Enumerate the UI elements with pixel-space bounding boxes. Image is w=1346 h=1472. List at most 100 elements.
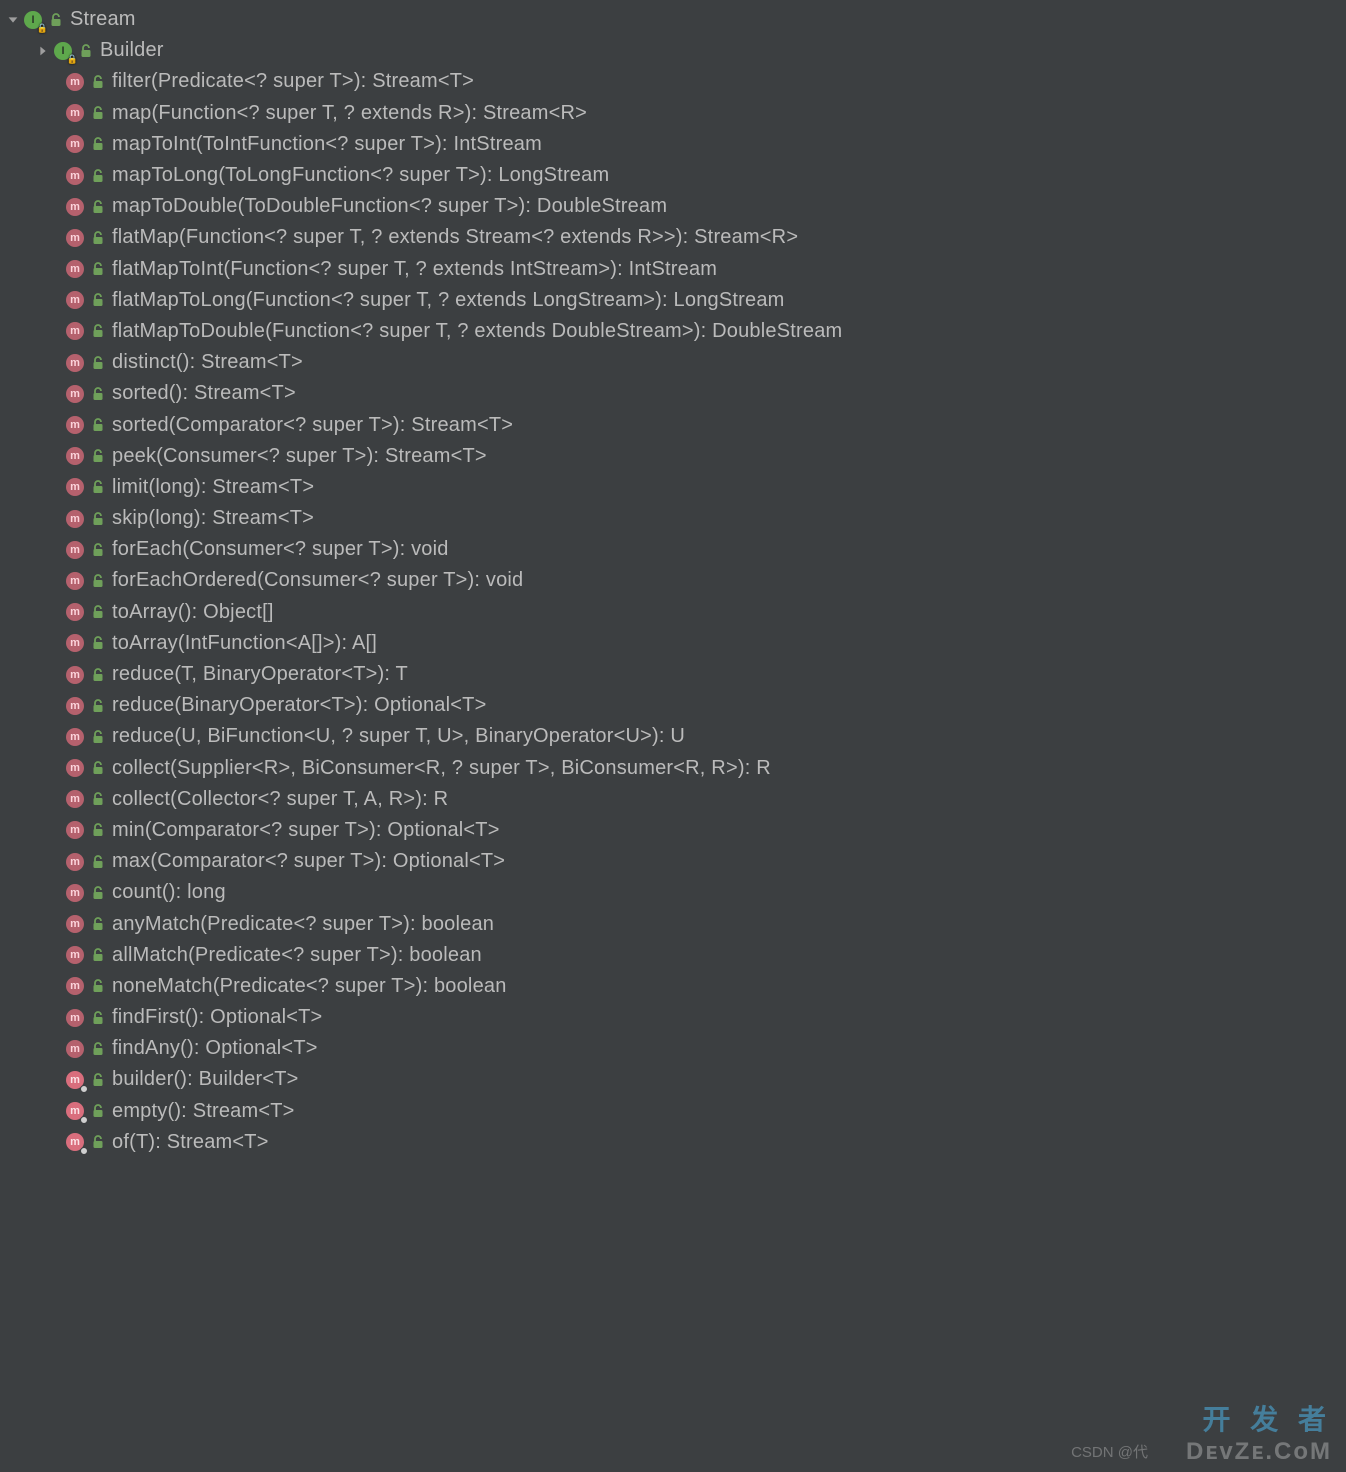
tree-node-label: min(Comparator<? super T>): Optional<T> <box>112 819 500 842</box>
tree-node-label: skip(long): Stream<T> <box>112 507 314 530</box>
lock-open-icon <box>89 605 107 619</box>
method-icon: m <box>64 227 86 249</box>
tree-node-method[interactable]: m mapToDouble(ToDoubleFunction<? super T>… <box>0 191 1346 222</box>
tree-node-method[interactable]: mmap(Function<? super T, ? extends R>): … <box>0 98 1346 129</box>
tree-node-method[interactable]: mfilter(Predicate<? super T>): Stream<T> <box>0 66 1346 97</box>
tree-node-label: count(): long <box>112 881 226 904</box>
tree-node-method[interactable]: mof(T): Stream<T> <box>0 1127 1346 1158</box>
tree-node-label: mapToDouble(ToDoubleFunction<? super T>)… <box>112 195 667 218</box>
tree-node-label: reduce(BinaryOperator<T>): Optional<T> <box>112 694 486 717</box>
tree-node-method[interactable]: mtoArray(IntFunction<A[]>): A[] <box>0 628 1346 659</box>
tree-node-method[interactable]: mpeek(Consumer<? super T>): Stream<T> <box>0 441 1346 472</box>
tree-node-label: empty(): Stream<T> <box>112 1100 295 1123</box>
tree-node-method[interactable]: m allMatch(Predicate<? super T>): boolean <box>0 940 1346 971</box>
method-icon: m <box>64 539 86 561</box>
tree-node-method[interactable]: mlimit(long): Stream<T> <box>0 472 1346 503</box>
method-icon: m <box>64 196 86 218</box>
tree-node-label: flatMapToInt(Function<? super T, ? exten… <box>112 258 717 281</box>
tree-node-label: toArray(): Object[] <box>112 601 274 624</box>
tree-node-method[interactable]: manyMatch(Predicate<? super T>): boolean <box>0 908 1346 939</box>
method-icon: m <box>64 757 86 779</box>
lock-open-icon <box>89 1073 107 1087</box>
tree-node-label: noneMatch(Predicate<? super T>): boolean <box>112 975 507 998</box>
method-icon: m <box>64 1100 86 1122</box>
tree-node-method[interactable]: mflatMapToDouble(Function<? super T, ? e… <box>0 316 1346 347</box>
tree-node-method[interactable]: mflatMapToLong(Function<? super T, ? ext… <box>0 285 1346 316</box>
lock-open-icon <box>89 137 107 151</box>
tree-node-label: collect(Supplier<R>, BiConsumer<R, ? sup… <box>112 757 771 780</box>
tree-node-stream[interactable]: I 🔒 Stream <box>0 4 1346 35</box>
watermark-top: 开 发 者 <box>1202 1398 1332 1438</box>
tree-node-label: filter(Predicate<? super T>): Stream<T> <box>112 70 474 93</box>
lock-open-icon <box>47 13 65 27</box>
tree-node-method[interactable]: m flatMap(Function<? super T, ? extends S… <box>0 222 1346 253</box>
tree-node-label: collect(Collector<? super T, A, R>): R <box>112 788 448 811</box>
method-icon: m <box>64 258 86 280</box>
lock-open-icon <box>89 75 107 89</box>
tree-node-method[interactable]: mcount(): long <box>0 877 1346 908</box>
tree-node-method[interactable]: m collect(Supplier<R>, BiConsumer<R, ? su… <box>0 753 1346 784</box>
tree-node-method[interactable]: mfindFirst(): Optional<T> <box>0 1002 1346 1033</box>
tree-node-method[interactable]: mskip(long): Stream<T> <box>0 503 1346 534</box>
tree-node-label: Stream <box>70 8 136 31</box>
tree-node-label: reduce(T, BinaryOperator<T>): T <box>112 663 408 686</box>
chevron-right-icon[interactable] <box>34 44 52 58</box>
tree-node-label: findAny(): Optional<T> <box>112 1037 318 1060</box>
tree-node-builder[interactable]: I 🔒 Builder <box>0 35 1346 66</box>
tree-node-method[interactable]: m flatMapToInt(Function<? super T, ? exte… <box>0 254 1346 285</box>
tree-node-label: reduce(U, BiFunction<U, ? super T, U>, B… <box>112 725 685 748</box>
tree-node-label: peek(Consumer<? super T>): Stream<T> <box>112 445 487 468</box>
interface-icon: I 🔒 <box>52 40 74 62</box>
tree-node-method[interactable]: mdistinct(): Stream<T> <box>0 347 1346 378</box>
lock-open-icon <box>89 948 107 962</box>
method-icon: m <box>64 726 86 748</box>
tree-node-method[interactable]: m empty(): Stream<T> <box>0 1096 1346 1127</box>
tree-node-method[interactable]: mmax(Comparator<? super T>): Optional<T> <box>0 846 1346 877</box>
tree-node-label: allMatch(Predicate<? super T>): boolean <box>112 944 482 967</box>
tree-node-method[interactable]: mtoArray(): Object[] <box>0 597 1346 628</box>
structure-tree[interactable]: I 🔒 Stream I 🔒 Builder mfilter(Predic <box>0 0 1346 1158</box>
method-icon: m <box>64 289 86 311</box>
lock-open-icon <box>89 293 107 307</box>
tree-node-method[interactable]: mmapToInt(ToIntFunction<? super T>): Int… <box>0 129 1346 160</box>
tree-node-method[interactable]: m builder(): Builder<T> <box>0 1064 1346 1095</box>
lock-open-icon <box>89 200 107 214</box>
lock-open-icon <box>89 480 107 494</box>
method-icon: m <box>64 788 86 810</box>
tree-node-method[interactable]: m collect(Collector<? super T, A, R>): R <box>0 784 1346 815</box>
method-icon: m <box>64 944 86 966</box>
tree-node-label: flatMap(Function<? super T, ? extends St… <box>112 226 798 249</box>
lock-open-icon <box>89 668 107 682</box>
tree-node-method[interactable]: m reduce(U, BiFunction<U, ? super T, U>, … <box>0 721 1346 752</box>
lock-open-icon <box>89 574 107 588</box>
chevron-down-icon[interactable] <box>4 13 22 27</box>
tree-node-method[interactable]: mreduce(BinaryOperator<T>): Optional<T> <box>0 690 1346 721</box>
tree-node-method[interactable]: msorted(): Stream<T> <box>0 378 1346 409</box>
tree-node-label: forEach(Consumer<? super T>): void <box>112 538 449 561</box>
tree-node-method[interactable]: mforEachOrdered(Consumer<? super T>): vo… <box>0 565 1346 596</box>
lock-open-icon <box>89 1135 107 1149</box>
lock-open-icon <box>89 324 107 338</box>
tree-node-method[interactable]: mmapToLong(ToLongFunction<? super T>): L… <box>0 160 1346 191</box>
tree-node-method[interactable]: mfindAny(): Optional<T> <box>0 1033 1346 1064</box>
lock-open-icon <box>89 1042 107 1056</box>
method-icon: m <box>64 851 86 873</box>
tree-node-label: builder(): Builder<T> <box>112 1068 299 1091</box>
method-icon: m <box>64 1069 86 1091</box>
tree-node-method[interactable]: mreduce(T, BinaryOperator<T>): T <box>0 659 1346 690</box>
lock-open-icon <box>89 792 107 806</box>
tree-node-method[interactable]: mmin(Comparator<? super T>): Optional<T> <box>0 815 1346 846</box>
method-icon: m <box>64 1131 86 1153</box>
lock-open-icon <box>77 44 95 58</box>
method-icon: m <box>64 632 86 654</box>
lock-open-icon <box>89 169 107 183</box>
watermark-bottom: DᴇᴠZᴇ.CᴏM <box>1186 1438 1332 1466</box>
method-icon: m <box>64 414 86 436</box>
tree-node-method[interactable]: m forEach(Consumer<? super T>): void <box>0 534 1346 565</box>
tree-node-method[interactable]: mnoneMatch(Predicate<? super T>): boolea… <box>0 971 1346 1002</box>
tree-node-method[interactable]: msorted(Comparator<? super T>): Stream<T… <box>0 409 1346 440</box>
lock-open-icon <box>89 761 107 775</box>
tree-node-label: mapToLong(ToLongFunction<? super T>): Lo… <box>112 164 609 187</box>
method-icon: m <box>64 133 86 155</box>
lock-open-icon <box>89 449 107 463</box>
